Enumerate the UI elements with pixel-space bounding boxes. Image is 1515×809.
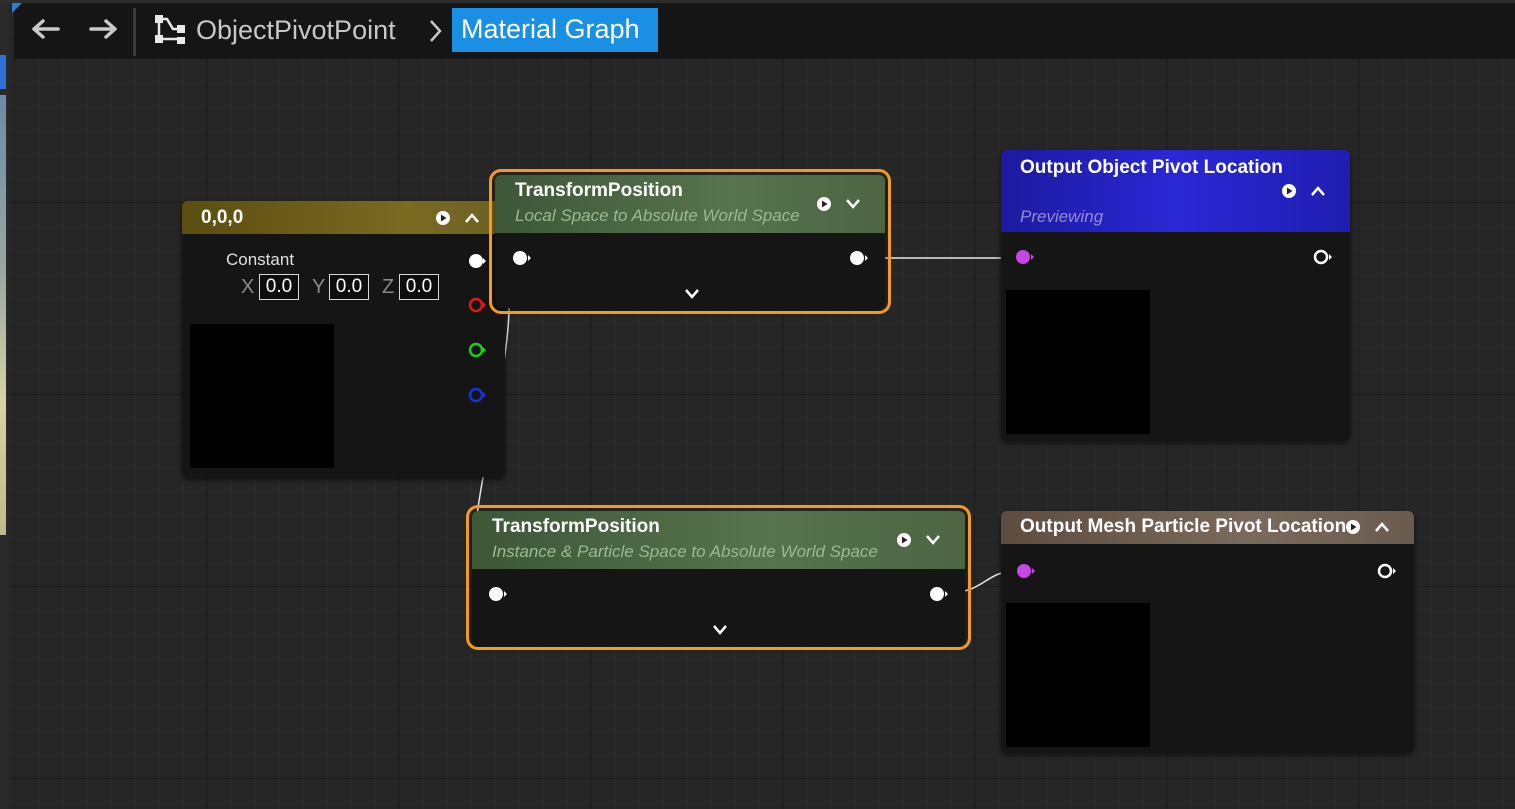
output1-header[interactable]: Output Object Pivot Location Previewing: [1001, 150, 1350, 232]
output-mesh-particle-pivot-node[interactable]: Output Mesh Particle Pivot Location: [1001, 511, 1414, 752]
x-label: X: [241, 276, 255, 298]
node-title: 0,0,0: [201, 207, 244, 228]
output-pin-b[interactable]: [467, 386, 487, 404]
tab-corner-marker: [12, 3, 22, 13]
breadcrumb-active[interactable]: Material Graph: [452, 8, 658, 52]
output2-preview: [1006, 603, 1150, 747]
node-title: Output Object Pivot Location: [1020, 157, 1283, 178]
output1-preview: [1006, 290, 1150, 434]
collapse-chevron-icon[interactable]: [1310, 184, 1326, 198]
collapse-chevron-icon[interactable]: [1374, 520, 1390, 534]
constant-node-header[interactable]: 0,0,0: [182, 201, 505, 234]
y-value-field[interactable]: 0.0: [329, 274, 369, 300]
collapse-chevron-icon[interactable]: [464, 211, 480, 225]
node-title: Output Mesh Particle Pivot Location: [1020, 516, 1347, 537]
input-pin[interactable]: [1014, 248, 1036, 266]
output-pin[interactable]: [848, 249, 870, 267]
transform2-header[interactable]: TransformPosition Instance & Particle Sp…: [472, 511, 965, 569]
output-pin[interactable]: [1376, 562, 1398, 580]
graph-button[interactable]: [151, 10, 189, 48]
z-label: Z: [382, 276, 395, 298]
input-pin[interactable]: [511, 249, 533, 267]
preview-play-icon[interactable]: [1345, 519, 1361, 535]
node-subtitle: Instance & Particle Space to Absolute Wo…: [492, 542, 878, 561]
chevron-down-icon[interactable]: [845, 197, 861, 211]
previewing-label: Previewing: [1020, 207, 1104, 226]
constant-preview: [190, 324, 334, 468]
forward-button[interactable]: [84, 10, 122, 48]
y-label: Y: [312, 276, 326, 298]
transform1-header[interactable]: TransformPosition Local Space to Absolut…: [495, 175, 885, 233]
chevron-down-icon[interactable]: [925, 533, 941, 547]
node-title: TransformPosition: [515, 180, 683, 201]
expand-chevron-icon[interactable]: [712, 624, 728, 636]
preview-play-icon[interactable]: [1281, 183, 1297, 199]
input-pin[interactable]: [487, 585, 509, 603]
output-pin[interactable]: [928, 585, 950, 603]
toolbar-separator: [133, 8, 136, 56]
back-button[interactable]: [27, 10, 65, 48]
z-value-field[interactable]: 0.0: [399, 274, 439, 300]
output2-header[interactable]: Output Mesh Particle Pivot Location: [1001, 511, 1414, 544]
output-object-pivot-node[interactable]: Output Object Pivot Location Previewing: [1001, 150, 1350, 440]
output-pin-g[interactable]: [467, 341, 487, 359]
transform-position-node-1[interactable]: TransformPosition Local Space to Absolut…: [489, 169, 891, 314]
constant-label: Constant: [226, 250, 295, 269]
preview-play-icon[interactable]: [816, 196, 832, 212]
x-value-field[interactable]: 0.0: [259, 274, 299, 300]
constant-node[interactable]: 0,0,0 Constant X 0.0 Y 0.0 Z 0.0: [182, 201, 505, 477]
transform-position-node-2[interactable]: TransformPosition Instance & Particle Sp…: [466, 505, 971, 650]
preview-play-icon[interactable]: [896, 532, 912, 548]
node-subtitle: Local Space to Absolute World Space: [515, 206, 800, 225]
chevron-right-icon: [430, 20, 442, 42]
output-pin-r[interactable]: [467, 296, 487, 314]
arrow-left-icon: [32, 19, 60, 39]
breadcrumb-root[interactable]: ObjectPivotPoint: [196, 14, 396, 46]
input-pin[interactable]: [1015, 562, 1037, 580]
graph-tree-icon: [155, 15, 185, 44]
preview-play-icon[interactable]: [435, 210, 451, 226]
output-pin[interactable]: [1312, 248, 1334, 266]
node-title: TransformPosition: [492, 516, 660, 537]
arrow-right-icon: [89, 19, 117, 39]
expand-chevron-icon[interactable]: [684, 288, 700, 300]
output-pin-rgb[interactable]: [467, 252, 487, 270]
